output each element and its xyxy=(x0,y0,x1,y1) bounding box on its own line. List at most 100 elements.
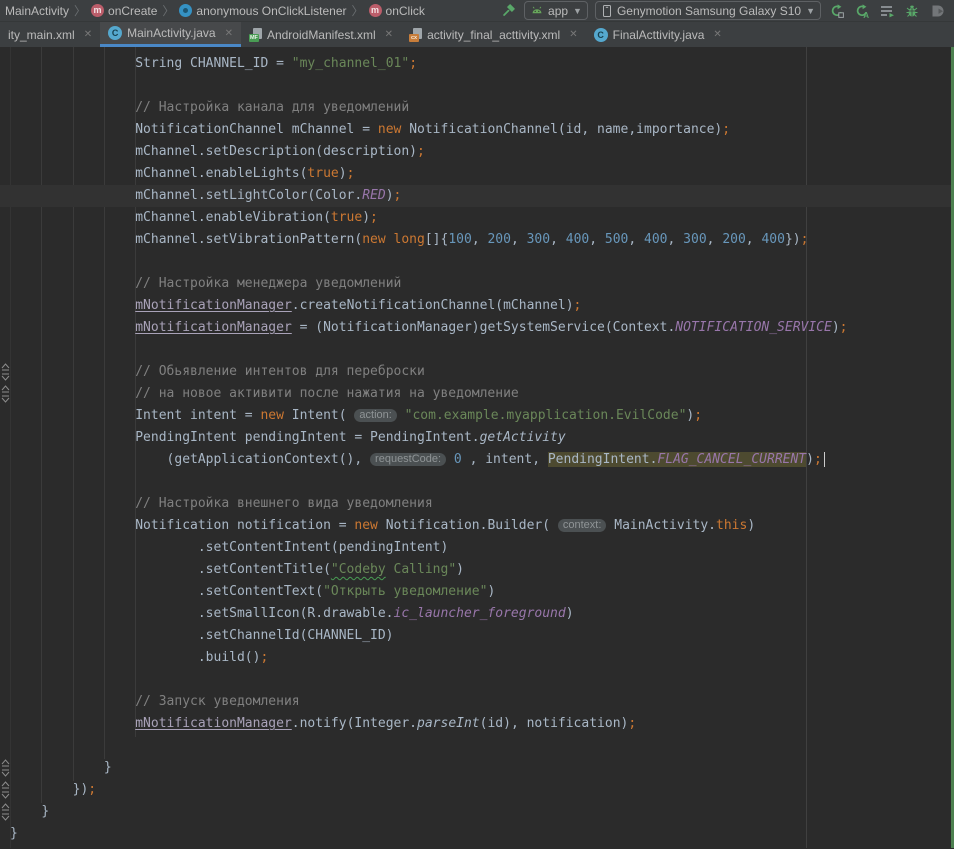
code-line[interactable] xyxy=(10,669,954,691)
rerun-activity-icon[interactable] xyxy=(828,2,846,20)
code-token: Intent intent = xyxy=(135,408,260,423)
attach-profiler-icon[interactable] xyxy=(928,2,946,20)
code-line[interactable]: }); xyxy=(10,779,954,801)
close-tab-icon[interactable]: ✕ xyxy=(569,29,577,40)
code-line[interactable]: mChannel.enableVibration(true); xyxy=(10,207,954,229)
code-token: , intent, xyxy=(462,452,548,467)
code-token: mNotificationManager xyxy=(135,716,292,731)
code-line[interactable]: Notification notification = new Notifica… xyxy=(10,515,954,537)
breadcrumb-item-mainactivity[interactable]: MainActivity xyxy=(3,4,71,18)
code-line[interactable]: // Настройка менеджера уведомлений xyxy=(10,273,954,295)
code-line[interactable] xyxy=(10,75,954,97)
fold-marker-icon[interactable] xyxy=(1,758,10,778)
tab-ity_main.xml[interactable]: ity_main.xml ✕ xyxy=(0,22,100,47)
fold-marker-icon[interactable] xyxy=(1,362,10,382)
code-token: ; xyxy=(347,166,355,181)
code-token: , xyxy=(628,232,644,247)
code-line[interactable]: .setSmallIcon(R.drawable.ic_launcher_for… xyxy=(10,603,954,625)
close-tab-icon[interactable]: ✕ xyxy=(385,29,393,40)
breadcrumb-label: onCreate xyxy=(108,4,157,18)
code-token: ; xyxy=(417,144,425,159)
code-line[interactable] xyxy=(10,251,954,273)
code-line[interactable]: // Обьявление интентов для переброски xyxy=(10,361,954,383)
code-token: 200 xyxy=(487,232,510,247)
code-line[interactable]: // Настройка канала для уведомлений xyxy=(10,97,954,119)
method-icon: m xyxy=(91,4,104,17)
tab-androidmanifest.xml[interactable]: MFAndroidManifest.xml✕ xyxy=(241,22,401,47)
code-line[interactable]: (getApplicationContext(), requestCode: 0… xyxy=(10,449,954,471)
code-line[interactable]: } xyxy=(10,801,954,823)
build-hammer-icon[interactable] xyxy=(499,2,517,20)
code-token: long xyxy=(394,232,425,247)
device-dropdown[interactable]: Genymotion Samsung Galaxy S10 ▼ xyxy=(595,1,821,20)
code-line[interactable]: Intent intent = new Intent( action: "com… xyxy=(10,405,954,427)
code-token: // Обьявление интентов для переброски xyxy=(135,364,425,379)
code-line[interactable]: } xyxy=(10,823,954,845)
code-line[interactable]: // Запуск уведомления xyxy=(10,691,954,713)
tab-label: activity_final_acttivity.xml xyxy=(427,28,560,42)
code-token: RED xyxy=(362,188,385,203)
code-token: ) xyxy=(386,188,394,203)
fold-marker-icon[interactable] xyxy=(1,780,10,800)
android-studio-window: MainActivity〉monCreate〉anonymous OnClick… xyxy=(0,0,954,849)
code-line[interactable]: mChannel.setLightColor(Color.RED); xyxy=(10,185,954,207)
code-line[interactable]: String CHANNEL_ID = "my_channel_01"; xyxy=(10,53,954,75)
code-line[interactable]: // на новое активити после нажатия на ув… xyxy=(10,383,954,405)
run-config-dropdown[interactable]: app ▼ xyxy=(524,1,588,20)
code-line[interactable]: } xyxy=(10,757,954,779)
code-line[interactable] xyxy=(10,471,954,493)
close-tab-icon[interactable]: ✕ xyxy=(713,29,721,40)
code-line[interactable] xyxy=(10,339,954,361)
navigation-bar: MainActivity〉monCreate〉anonymous OnClick… xyxy=(0,0,954,22)
code-token: new xyxy=(354,518,385,533)
fold-marker-icon[interactable] xyxy=(1,802,10,822)
code-line[interactable]: mNotificationManager.notify(Integer.pars… xyxy=(10,713,954,735)
tab-activity_final_acttivity.xml[interactable]: cxactivity_final_acttivity.xml✕ xyxy=(401,22,586,47)
phone-icon xyxy=(601,4,613,18)
code-token: 300 xyxy=(683,232,706,247)
code-line[interactable]: mNotificationManager.createNotificationC… xyxy=(10,295,954,317)
code-line[interactable]: .build(); xyxy=(10,647,954,669)
java-class-icon: C xyxy=(594,28,608,42)
code-line[interactable]: mChannel.setVibrationPattern(new long[]{… xyxy=(10,229,954,251)
breadcrumb-item-anonymous-onclicklistener[interactable]: anonymous OnClickListener xyxy=(177,4,348,18)
apply-code-changes-icon[interactable]: A xyxy=(853,2,871,20)
code-editor[interactable]: String CHANNEL_ID = "my_channel_01"; // … xyxy=(0,47,954,848)
code-line[interactable]: NotificationChannel mChannel = new Notif… xyxy=(10,119,954,141)
code-token: parseInt xyxy=(417,716,480,731)
code-line[interactable]: .setContentText("Открыть уведомление") xyxy=(10,581,954,603)
breadcrumb-item-oncreate[interactable]: m onCreate xyxy=(89,4,159,18)
code-line[interactable]: mChannel.enableLights(true); xyxy=(10,163,954,185)
fold-marker-icon[interactable] xyxy=(1,384,10,404)
code-text[interactable]: String CHANNEL_ID = "my_channel_01"; // … xyxy=(10,53,954,845)
typo-highlight: "Codeby xyxy=(331,562,386,577)
code-token: ; xyxy=(88,782,96,797)
tab-finalacttivity.java[interactable]: CFinalActtivity.java✕ xyxy=(586,22,730,47)
code-token: ; xyxy=(694,408,702,423)
code-line[interactable]: // Настройка внешнего вида уведомления xyxy=(10,493,954,515)
android-icon xyxy=(530,4,544,18)
code-token: new xyxy=(260,408,291,423)
code-line[interactable]: PendingIntent pendingIntent = PendingInt… xyxy=(10,427,954,449)
code-line[interactable]: .setContentIntent(pendingIntent) xyxy=(10,537,954,559)
debug-bug-icon[interactable] xyxy=(903,2,921,20)
code-line[interactable] xyxy=(10,735,954,757)
code-line[interactable]: .setChannelId(CHANNEL_ID) xyxy=(10,625,954,647)
code-line[interactable]: mChannel.setDescription(description); xyxy=(10,141,954,163)
chevron-down-icon: ▼ xyxy=(806,6,815,16)
code-token: ) xyxy=(747,518,755,533)
code-token: ; xyxy=(260,650,268,665)
close-tab-icon[interactable]: ✕ xyxy=(84,29,92,40)
code-token: .setContentText( xyxy=(198,584,323,599)
breadcrumb-label: anonymous OnClickListener xyxy=(196,4,346,18)
profiler-icon[interactable] xyxy=(878,2,896,20)
code-line[interactable]: mNotificationManager = (NotificationMana… xyxy=(10,317,954,339)
tab-label: ity_main.xml xyxy=(8,28,75,42)
tab-mainactivity.java[interactable]: CMainActivity.java✕ xyxy=(100,22,241,47)
code-token: PendingIntent. xyxy=(548,452,658,467)
close-tab-icon[interactable]: ✕ xyxy=(225,28,233,39)
code-token: 300 xyxy=(527,232,550,247)
code-line[interactable]: .setContentTitle("Codeby Calling") xyxy=(10,559,954,581)
breadcrumb-item-onclick[interactable]: monClick xyxy=(367,4,427,18)
code-token: .createNotificationChannel(mChannel) xyxy=(292,298,574,313)
